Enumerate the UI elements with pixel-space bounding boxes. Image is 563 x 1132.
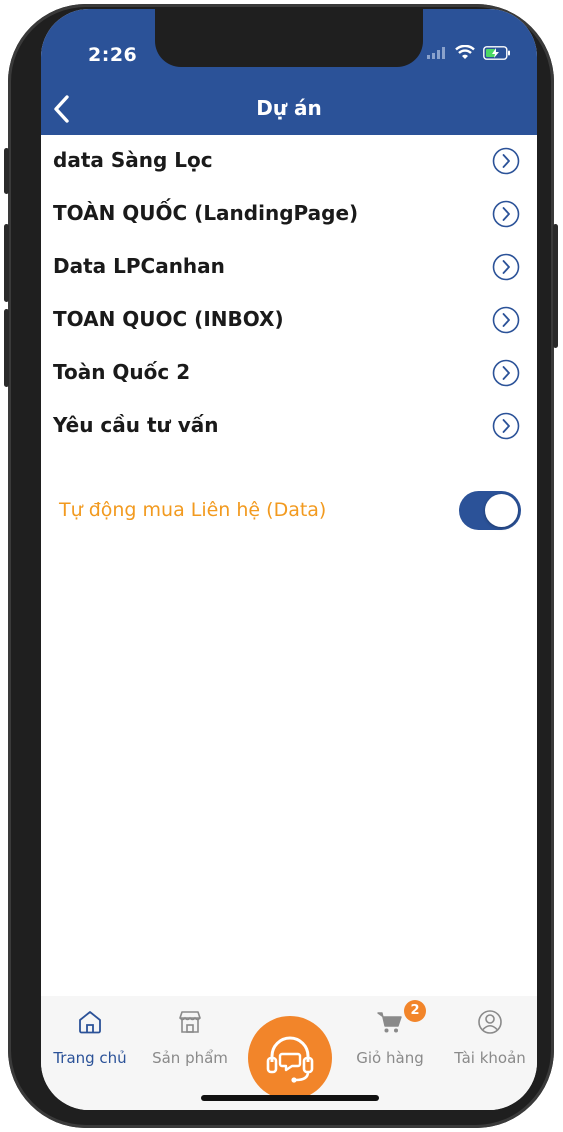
tab-cart-label: Giỏ hàng	[356, 1049, 424, 1067]
header-bar: 2:26 Dự án	[41, 9, 537, 135]
project-item[interactable]: data Sàng Lọc	[41, 135, 537, 188]
app-screen: 2:26 Dự án data Sàng Lọc TOÀN QUỐC (Land…	[41, 9, 537, 1110]
headset-support-icon	[266, 1036, 314, 1083]
page-title: Dự án	[256, 96, 322, 120]
auto-buy-toggle[interactable]	[459, 491, 521, 530]
project-item-label: Toàn Quốc 2	[53, 360, 191, 384]
cart-icon	[377, 1012, 402, 1033]
toggle-knob	[485, 494, 518, 527]
chevron-right-circle-icon[interactable]	[492, 359, 520, 387]
project-item[interactable]: Yêu cầu tư vấn	[41, 400, 537, 453]
project-item-label: TOÀN QUỐC (LandingPage)	[53, 201, 359, 225]
project-item-label: data Sàng Lọc	[53, 148, 213, 172]
tab-account-label: Tài khoản	[454, 1049, 526, 1067]
device-notch	[155, 9, 423, 67]
chevron-right-circle-icon[interactable]	[492, 306, 520, 334]
project-item[interactable]: TOÀN QUỐC (LandingPage)	[41, 188, 537, 241]
chevron-right-circle-icon[interactable]	[492, 147, 520, 175]
project-item-label: Yêu cầu tư vấn	[53, 413, 219, 437]
cart-count-badge: 2	[404, 1000, 426, 1022]
battery-charging-icon	[483, 45, 510, 60]
project-item[interactable]: Data LPCanhan	[41, 241, 537, 294]
power-button	[553, 224, 558, 348]
chevron-right-circle-icon[interactable]	[492, 253, 520, 281]
support-button[interactable]	[248, 1016, 332, 1100]
status-icons	[427, 45, 511, 60]
project-item-label: TOAN QUOC (INBOX)	[53, 307, 284, 331]
auto-buy-label: Tự động mua Liên hệ (Data)	[59, 499, 327, 521]
chevron-right-circle-icon[interactable]	[492, 412, 520, 440]
project-list: data Sàng Lọc TOÀN QUỐC (LandingPage) Da…	[41, 135, 537, 453]
signal-icon	[427, 46, 445, 59]
wifi-icon	[455, 45, 475, 59]
chevron-right-circle-icon[interactable]	[492, 200, 520, 228]
home-indicator	[201, 1095, 379, 1101]
phone-frame: 2:26 Dự án data Sàng Lọc TOÀN QUỐC (Land…	[4, 4, 558, 1128]
tab-products-label: Sản phẩm	[152, 1049, 228, 1067]
auto-buy-row: Tự động mua Liên hệ (Data)	[41, 487, 537, 537]
home-icon	[79, 1011, 101, 1034]
mute-switch	[4, 148, 9, 194]
status-time: 2:26	[88, 44, 138, 66]
project-item[interactable]: TOAN QUOC (INBOX)	[41, 294, 537, 347]
volume-up-button	[4, 224, 9, 302]
volume-down-button	[4, 309, 9, 387]
store-icon	[179, 1011, 201, 1033]
tab-home-label: Trang chủ	[53, 1049, 127, 1067]
account-icon	[478, 1010, 502, 1034]
project-item-label: Data LPCanhan	[53, 254, 225, 278]
project-item[interactable]: Toàn Quốc 2	[41, 347, 537, 400]
